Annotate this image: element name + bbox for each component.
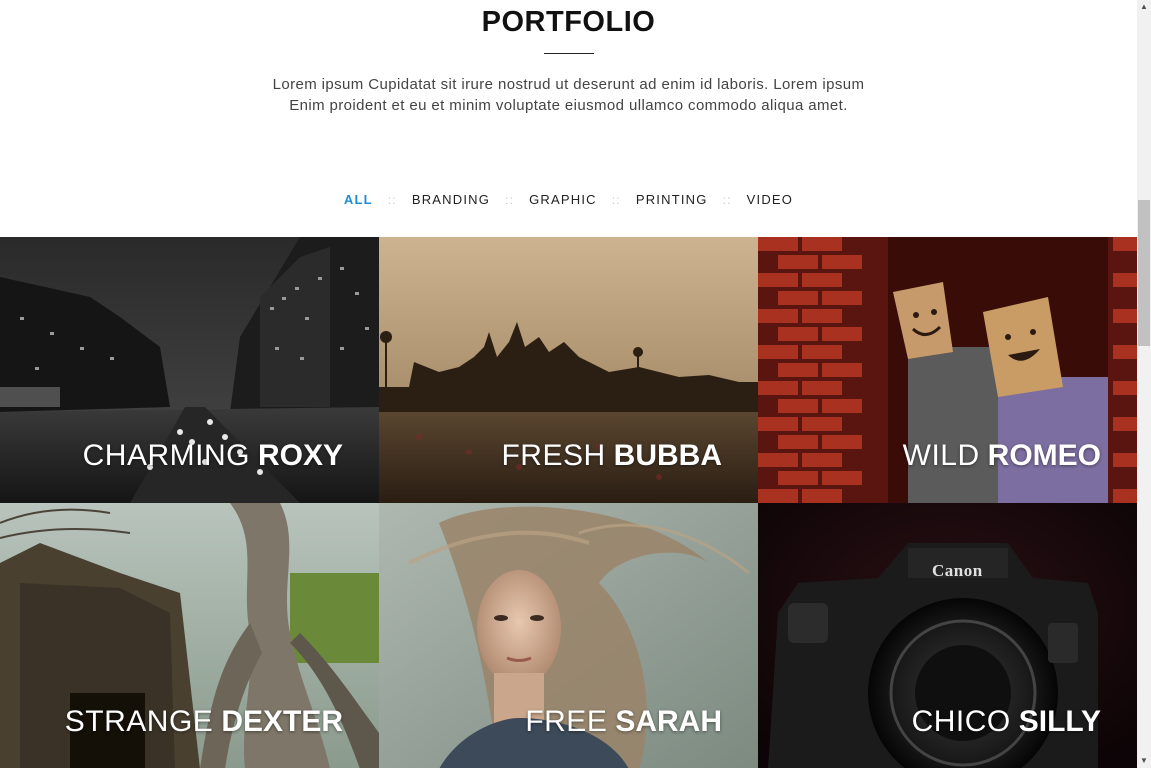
vertical-scrollbar[interactable]: ▲ ▼ — [1137, 0, 1151, 768]
filter-separator: :: — [387, 193, 397, 207]
filter-graphic[interactable]: GRAPHIC — [529, 191, 597, 209]
portfolio-item-chico-silly[interactable]: Canon CHICO SILLY — [758, 503, 1137, 768]
intro-line-1: Lorem ipsum Cupidatat sit irure nostrud … — [272, 76, 865, 93]
filter-video[interactable]: VIDEO — [747, 191, 793, 209]
portfolio-grid: CHARMING ROXY FRESH BUBBA WILD ROMEO STR… — [0, 237, 1137, 768]
portfolio-section: PORTFOLIO Lorem ipsum Cupidatat sit irur… — [0, 0, 1137, 768]
portfolio-item-free-sarah[interactable]: FREE SARAH — [379, 503, 758, 768]
portfolio-filter-bar: ALL :: BRANDING :: GRAPHIC :: PRINTING :… — [0, 191, 1137, 209]
filter-printing[interactable]: PRINTING — [636, 191, 708, 209]
portfolio-item-caption: WILD ROMEO — [902, 439, 1101, 472]
filter-separator: :: — [611, 193, 621, 207]
filter-separator: :: — [722, 193, 732, 207]
portfolio-item-caption: STRANGE DEXTER — [64, 705, 343, 738]
scrollbar-thumb[interactable] — [1138, 200, 1150, 346]
section-intro: Lorem ipsum Cupidatat sit irure nostrud … — [200, 74, 937, 116]
portfolio-item-strange-dexter[interactable]: STRANGE DEXTER — [0, 503, 379, 768]
scroll-up-arrow-icon[interactable]: ▲ — [1137, 0, 1151, 14]
filter-all[interactable]: ALL — [344, 191, 373, 209]
camera-brand-text: Canon — [932, 561, 983, 580]
portfolio-item-charming-roxy[interactable]: CHARMING ROXY — [0, 237, 379, 503]
title-divider — [544, 53, 594, 54]
scroll-down-arrow-icon[interactable]: ▼ — [1137, 754, 1151, 768]
filter-branding[interactable]: BRANDING — [412, 191, 490, 209]
filter-separator: :: — [505, 193, 515, 207]
portfolio-item-wild-romeo[interactable]: WILD ROMEO — [758, 237, 1137, 503]
portfolio-item-caption: CHARMING ROXY — [82, 439, 343, 472]
intro-line-2: Enim proident et eu et minim voluptate e… — [289, 97, 848, 114]
portfolio-item-caption: FRESH BUBBA — [501, 439, 722, 472]
portfolio-item-fresh-bubba[interactable]: FRESH BUBBA — [379, 237, 758, 503]
section-title: PORTFOLIO — [481, 6, 656, 38]
portfolio-item-caption: CHICO SILLY — [911, 705, 1101, 738]
portfolio-item-caption: FREE SARAH — [525, 705, 722, 738]
